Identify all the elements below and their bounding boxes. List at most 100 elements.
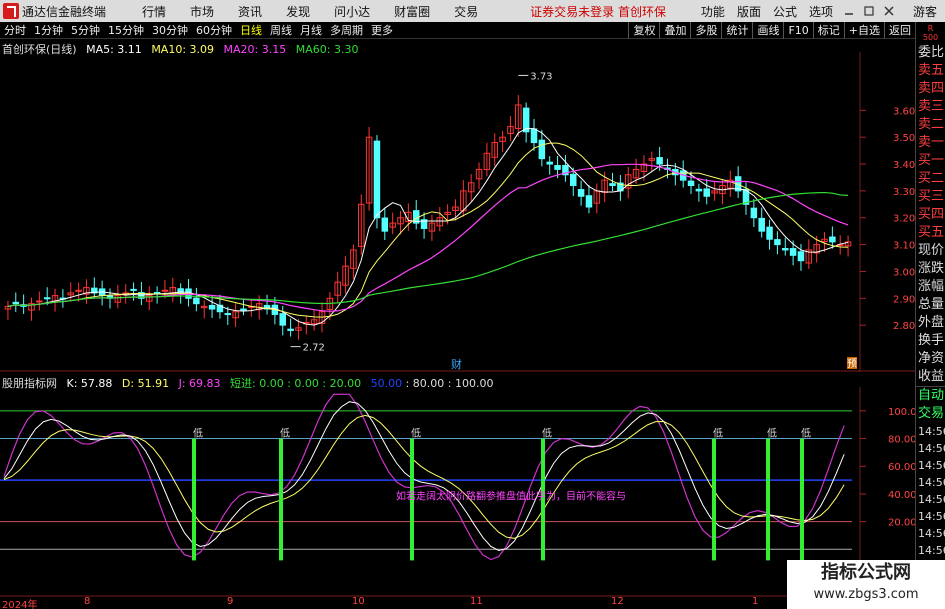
auto-trade-label[interactable]: 自动 xyxy=(916,386,945,405)
period-multi[interactable]: 多周期 xyxy=(329,22,364,38)
close-icon[interactable] xyxy=(883,5,895,17)
menu-caifuquan[interactable]: 财富圈 xyxy=(394,3,430,20)
kdj-indicator-chart[interactable]: 100.0 80.00 60.00 40.00 20.00 低 低 低 低 低 低 低如若走阔太阴价路… xyxy=(0,387,915,597)
rs-item: 卖五 xyxy=(918,63,945,78)
rs-item: 买二 xyxy=(918,171,945,186)
candle xyxy=(279,313,286,326)
candle xyxy=(687,180,695,187)
period-1min[interactable]: 1分钟 xyxy=(33,22,64,38)
candle xyxy=(789,248,797,256)
date-label: 9 xyxy=(227,596,234,607)
tool-biaoji[interactable]: 标记 xyxy=(812,22,844,39)
trade-label[interactable]: 交易 xyxy=(916,405,945,423)
axis-tick-label: 20.00 xyxy=(888,518,915,529)
menu-hangqing[interactable]: 行情 xyxy=(142,3,166,20)
period-fenshi[interactable]: 分时 xyxy=(3,22,27,38)
menubar: 通达信金融终端 行情 市场 资讯 发现 问小达 财富圈 交易 证券交易未登录 首… xyxy=(0,0,945,22)
axis-tick-label: 2.90 xyxy=(893,294,915,305)
rs-item: 买三 xyxy=(918,189,945,204)
tool-diejia[interactable]: 叠加 xyxy=(659,22,690,39)
low-signal-label: 低 xyxy=(801,427,811,440)
j-line xyxy=(3,393,845,561)
tool-tongji[interactable]: 统计 xyxy=(721,22,752,39)
maximize-icon[interactable] xyxy=(863,5,875,17)
high-label: 3.73 xyxy=(530,71,552,82)
rs-item: 卖二 xyxy=(918,117,945,132)
candle xyxy=(695,188,703,192)
menu-jiaoyi[interactable]: 交易 xyxy=(454,3,478,20)
menu-banmian[interactable]: 版面 xyxy=(737,3,761,20)
minimize-icon[interactable] xyxy=(843,5,855,17)
menu-zixun[interactable]: 资讯 xyxy=(238,3,262,20)
axis-tick-label: 3.50 xyxy=(893,133,915,144)
axis-tick-label: 2.80 xyxy=(893,321,915,332)
candle xyxy=(570,173,577,187)
tool-fanhui[interactable]: 返回 xyxy=(884,22,915,39)
candle xyxy=(153,291,161,294)
watermark-url: www.zbgs3.com xyxy=(813,587,919,602)
rs-item: 买四 xyxy=(918,207,945,222)
rs-item: 收益 xyxy=(918,369,945,384)
period-more[interactable]: 更多 xyxy=(370,22,394,38)
period-30min[interactable]: 30分钟 xyxy=(151,22,189,38)
tool-zixuan[interactable]: +自选 xyxy=(843,22,884,39)
rs-item: 卖三 xyxy=(918,99,945,114)
period-daily[interactable]: 日线 xyxy=(239,22,263,38)
app-logo-icon xyxy=(3,3,19,19)
candle xyxy=(782,248,789,251)
period-15min[interactable]: 15分钟 xyxy=(107,22,145,38)
axis-tick-label: 3.20 xyxy=(893,214,915,225)
login-notice[interactable]: 证券交易未登录 首创环保 xyxy=(530,3,666,20)
candle xyxy=(381,217,389,232)
date-label: 1 xyxy=(752,596,759,607)
candle xyxy=(577,189,585,197)
menu-wenxiaoda[interactable]: 问小达 xyxy=(334,3,370,20)
candle xyxy=(609,183,616,187)
candle xyxy=(554,165,561,170)
tool-f10[interactable]: F10 xyxy=(783,22,812,39)
guest-label[interactable]: 游客 xyxy=(913,3,937,20)
tool-huaxian[interactable]: 画线 xyxy=(752,22,783,39)
period-5min[interactable]: 5分钟 xyxy=(70,22,101,38)
menu-xuanxiang[interactable]: 选项 xyxy=(809,3,833,20)
candle xyxy=(43,297,51,300)
period-monthly[interactable]: 月线 xyxy=(299,22,323,38)
axis-tick-label: 3.10 xyxy=(893,241,915,252)
tool-fuquan[interactable]: 复权 xyxy=(628,22,659,39)
rs-time: 14:56 xyxy=(918,527,945,540)
menu-faxian[interactable]: 发现 xyxy=(286,3,310,20)
low-signal-label: 低 xyxy=(713,427,723,440)
tool-duogu[interactable]: 多股 xyxy=(690,22,721,39)
watermark: 指标公式网 www.zbgs3.com xyxy=(787,560,945,609)
rs-time: 14:56 xyxy=(918,459,945,472)
rs-item: 现价 xyxy=(918,243,945,258)
candle xyxy=(774,239,781,246)
overlay-text: 如若走阔太阴价路翻参推盘值此字为，目前不能容与 xyxy=(396,489,626,502)
date-label: 8 xyxy=(84,596,91,607)
buy-signal-bar xyxy=(279,438,283,561)
candle xyxy=(829,236,836,243)
low-signal-label: 低 xyxy=(767,427,777,440)
candle xyxy=(287,328,294,332)
period-60min[interactable]: 60分钟 xyxy=(195,22,233,38)
candle xyxy=(758,217,765,232)
date-label: 2024年 xyxy=(2,600,38,609)
right-quote-strip: R 500 委比 卖五 卖四 卖三 卖二 卖一 买一 买二 买三 买四 买五 现价 涨跌 涨幅 总量 外盘 换手… xyxy=(915,22,945,609)
date-label: 12 xyxy=(611,596,624,607)
candle xyxy=(546,161,553,165)
candle xyxy=(208,304,216,310)
candle xyxy=(36,300,43,303)
menu-shichang[interactable]: 市场 xyxy=(190,3,214,20)
period-weekly[interactable]: 周线 xyxy=(269,22,293,38)
buy-signal-bar xyxy=(766,438,770,561)
menu-gongshi[interactable]: 公式 xyxy=(773,3,797,20)
candle xyxy=(766,226,773,240)
low-signal-label: 低 xyxy=(411,427,421,440)
candlestick-chart[interactable]: 3.60 3.50 3.40 3.30 3.20 3.10 3.00 2.90 2.80 3.73… xyxy=(0,52,915,372)
buy-signal-bar xyxy=(192,438,196,561)
rs-items: 委比 卖五 卖四 卖三 卖二 卖一 买一 买二 买三 买四 买五 现价 涨跌 涨幅 总量 外盘 换手 净资 收益 xyxy=(916,44,945,386)
menu-gongneng[interactable]: 功能 xyxy=(701,3,725,20)
date-label: 10 xyxy=(352,596,365,607)
low-label: 2.72 xyxy=(303,343,325,354)
axis-tick-label: 3.60 xyxy=(893,106,915,117)
